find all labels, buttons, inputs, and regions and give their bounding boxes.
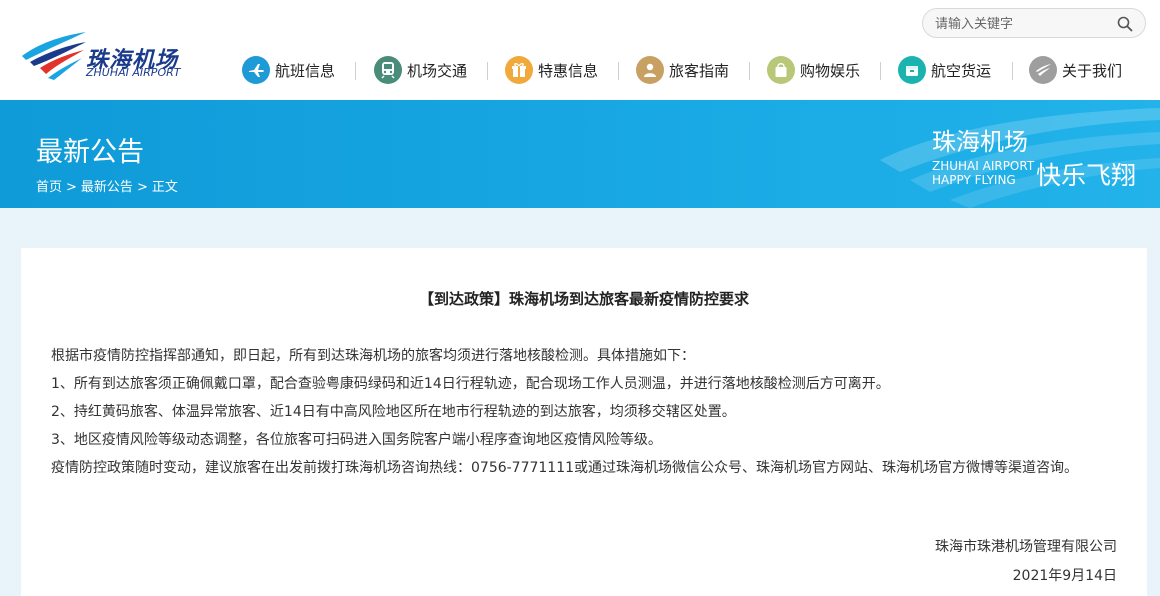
nav-item-passenger-guide[interactable]: 旅客指南 <box>636 54 729 86</box>
nav-divider <box>1012 62 1013 80</box>
nav-label: 特惠信息 <box>538 61 599 80</box>
banner-brand-tagline-en: HAPPY FLYING <box>932 173 1016 187</box>
article-paragraph: 3、地区疫情风险等级动态调整，各位旅客可扫码进入国务院客户端小程序查询地区疫情风… <box>51 432 662 448</box>
article-paragraph: 2、持红黄码旅客、体温异常旅客、近14日有中高风险地区所在地市行程轨迹的到达旅客… <box>51 404 736 420</box>
breadcrumb-separator: > <box>66 180 77 195</box>
nav-label: 机场交通 <box>407 61 468 80</box>
train-icon <box>374 56 402 84</box>
shopping-bag-icon <box>767 56 795 84</box>
banner-brand-cn: 珠海机场 <box>932 128 1028 156</box>
nav-label: 旅客指南 <box>669 61 730 80</box>
nav-item-special-offers[interactable]: 特惠信息 <box>505 54 598 86</box>
article-panel: 【到达政策】珠海机场到达旅客最新疫情防控要求 根据市疫情防控指挥部通知，即日起，… <box>21 248 1147 596</box>
breadcrumb: 首页 > 最新公告 > 正文 <box>36 176 178 195</box>
signature-date: 2021年9月14日 <box>1012 568 1117 584</box>
nav-label: 航班信息 <box>275 61 336 80</box>
article-title: 【到达政策】珠海机场到达旅客最新疫情防控要求 <box>418 290 749 308</box>
nav-label: 关于我们 <box>1062 61 1123 80</box>
banner-brand-en: ZHUHAI AIRPORT <box>932 159 1035 173</box>
search-box <box>922 8 1146 38</box>
nav-item-about-us[interactable]: 关于我们 <box>1029 54 1122 86</box>
signature-organization: 珠海市珠港机场管理有限公司 <box>935 539 1117 555</box>
gift-icon <box>505 56 533 84</box>
nav-label: 购物娱乐 <box>800 61 861 80</box>
nav-divider <box>749 62 750 80</box>
airport-logo-icon <box>22 32 86 80</box>
page-banner: 最新公告 首页 > 最新公告 > 正文 珠海机场 ZHUHAI AIRPORT HAPP… <box>0 100 1160 208</box>
breadcrumb-home[interactable]: 首页 <box>36 180 62 195</box>
nav-divider <box>487 62 488 80</box>
nav-item-flight-info[interactable]: 航班信息 <box>242 54 335 86</box>
article-paragraph: 疫情防控政策随时变动，建议旅客在出发前拨打珠海机场咨询热线：0756-77711… <box>51 460 1079 476</box>
nav-item-airport-traffic[interactable]: 机场交通 <box>374 54 467 86</box>
nav-divider <box>618 62 619 80</box>
breadcrumb-notices[interactable]: 最新公告 <box>81 180 133 195</box>
search-icon[interactable] <box>1117 16 1133 32</box>
nav-item-shopping[interactable]: 购物娱乐 <box>767 54 860 86</box>
cargo-box-icon <box>898 56 926 84</box>
page-title: 最新公告 <box>36 137 144 168</box>
breadcrumb-separator: > <box>136 180 148 195</box>
nav-item-air-cargo[interactable]: 航空货运 <box>898 54 991 86</box>
airport-logo-icon <box>1029 56 1057 84</box>
nav-divider <box>355 62 356 80</box>
article-paragraph: 1、所有到达旅客须正确佩戴口罩，配合查验粤康码绿码和近14日行程轨迹，配合现场工… <box>51 376 890 392</box>
article-paragraph: 根据市疫情防控指挥部通知，即日起，所有到达珠海机场的旅客均须进行落地核酸检测。具… <box>51 348 695 364</box>
breadcrumb-current: 正文 <box>151 180 178 195</box>
site-logo[interactable]: 珠海机场 ZHUHAI AIRPORT <box>20 26 190 82</box>
banner-slogan: 快乐飞翔 <box>1036 161 1137 190</box>
search-input[interactable] <box>935 14 1115 34</box>
site-header: 珠海机场 ZHUHAI AIRPORT 航班信息 机场交通 <box>0 0 1160 100</box>
logo-name-en: ZHUHAI AIRPORT <box>86 66 181 79</box>
nav-label: 航空货运 <box>931 61 992 80</box>
airplane-icon <box>242 56 270 84</box>
passenger-icon <box>636 56 664 84</box>
nav-divider <box>880 62 881 80</box>
